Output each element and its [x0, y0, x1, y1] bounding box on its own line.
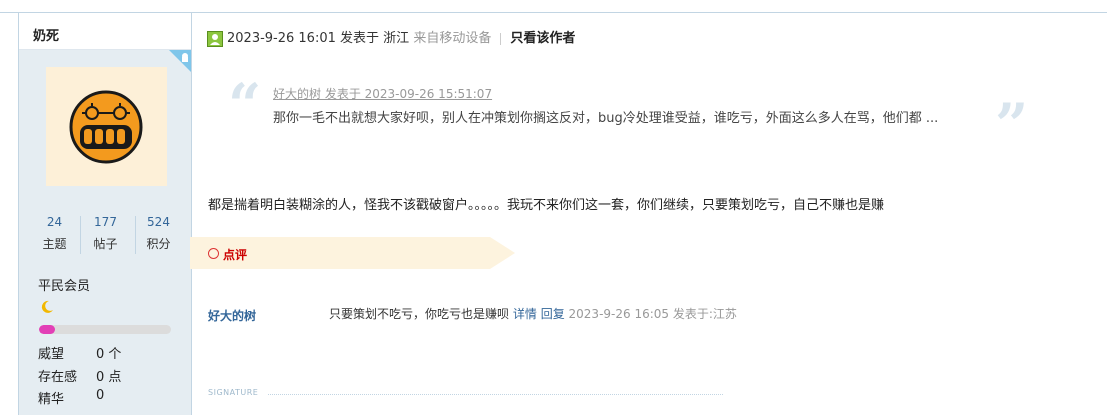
quote-open-mark-icon: “	[228, 71, 262, 139]
info-presence: 存在感 0 点	[38, 366, 121, 385]
info-presence-value: 0 点	[96, 370, 122, 385]
username-bar: 奶死	[19, 13, 191, 50]
level-progress-fill	[39, 325, 55, 334]
info-digest-value: 0	[96, 388, 105, 403]
quote-text: 那你一毛不出就想大家好呗，别人在冲策划你搁这反对，bug冷处理谁受益，谁吃亏，外…	[273, 111, 939, 126]
stat-posts[interactable]: 177 帖子	[78, 215, 133, 252]
online-status-icon	[207, 30, 223, 47]
comment-row: 只要策划不吃亏，你吃亏也是赚呗 详情 回复 2023-9-26 16:05 发表…	[329, 305, 737, 322]
stat-posts-label: 帖子	[93, 237, 118, 251]
comment-section-label: 点评	[223, 248, 248, 262]
info-presence-label: 存在感	[38, 370, 78, 385]
signature-divider	[268, 394, 723, 395]
comment-author-link[interactable]: 好大的树	[208, 307, 256, 324]
quote-close-mark-icon: ”	[995, 91, 1029, 159]
info-prestige: 威望 0 个	[38, 343, 121, 362]
stat-topics-label: 主题	[42, 237, 67, 251]
username-link[interactable]: 奶死	[33, 25, 59, 44]
comment-meta: 2023-9-26 16:05 发表于:江苏	[568, 307, 737, 321]
comment-detail-link[interactable]: 详情	[513, 307, 537, 321]
comment-reply-link[interactable]: 回复	[541, 307, 565, 321]
posted-at-label: 发表于	[340, 31, 380, 46]
info-prestige-label: 威望	[38, 347, 65, 362]
user-rank[interactable]: 平民会员	[38, 275, 90, 294]
info-digest-label: 精华	[38, 392, 65, 407]
quote-meta-link[interactable]: 好大的树 发表于 2023-09-26 15:51:07	[273, 85, 492, 102]
author-sidebar: 奶死 24 主题 177 帖子 524 积分 平民会员 威望 0 个 存在感 0…	[18, 13, 192, 415]
info-prestige-value: 0 个	[96, 347, 122, 362]
post-device[interactable]: 来自移动设备	[413, 31, 491, 46]
moon-icon	[41, 300, 53, 313]
stat-posts-value: 177	[94, 215, 117, 229]
stat-points-value: 524	[147, 215, 170, 229]
comment-text: 只要策划不吃亏，你吃亏也是赚呗	[329, 307, 510, 321]
header-divider	[500, 32, 502, 45]
post-body: 都是揣着明白装糊涂的人，怪我不该戳破窗户。。。。。我玩不来你们这一套，你们继续，…	[208, 198, 885, 213]
author-only-link[interactable]: 只看该作者	[510, 31, 575, 46]
android-corner-icon	[169, 50, 191, 72]
post-header: 2023-9-26 16:01 发表于 浙江 来自移动设备 只看该作者	[207, 27, 575, 47]
avatar-face-icon	[69, 90, 143, 164]
info-digest: 精华 0	[38, 388, 104, 407]
post-time: 2023-9-26 16:01	[227, 31, 336, 46]
signature-label: SIGNATURE	[208, 388, 259, 397]
stat-points-label: 积分	[146, 237, 171, 251]
stat-topics[interactable]: 24 主题	[27, 215, 82, 252]
avatar[interactable]	[46, 67, 167, 186]
stat-topics-value: 24	[46, 215, 63, 229]
comment-circle-icon	[208, 248, 219, 259]
post-location: 浙江	[383, 31, 410, 46]
level-progress-bar	[39, 325, 171, 334]
stat-points[interactable]: 524 积分	[131, 215, 186, 252]
